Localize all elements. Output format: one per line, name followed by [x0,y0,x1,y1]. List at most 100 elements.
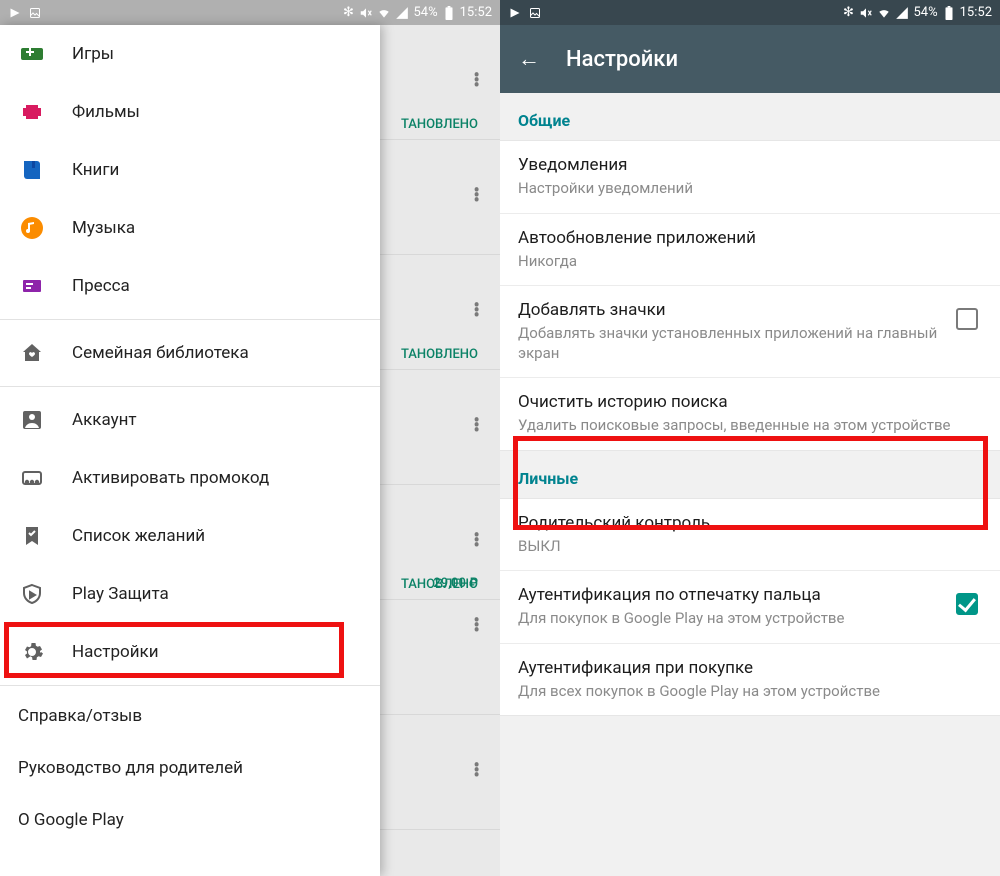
row-sub: Для покупок в Google Play на этом устрой… [518,609,942,629]
back-icon[interactable]: ← [518,46,540,72]
row-title: Родительский контроль [518,513,982,533]
row-sub: Добавлять значки установленных приложени… [518,324,942,363]
status-installed: ТАНОВЛЕНО [401,347,478,362]
row-purchase-auth[interactable]: Аутентификация при покупке Для всех поку… [500,644,1000,716]
phone-right: ✻ 54% 15:52 ← Настройки Общие Уведомлени… [500,0,1000,876]
gear-icon [18,638,46,666]
film-icon [18,98,46,126]
drawer-item-label: Настройки [72,642,159,662]
status-bar: ✻ 54% 15:52 [500,0,1000,25]
image-icon [28,6,42,20]
drawer-item-wishlist[interactable]: Список желаний [0,507,380,565]
shield-icon [18,580,46,608]
row-sub: Никогда [518,252,982,272]
drawer-footer-parents[interactable]: Руководство для родителей [0,742,380,794]
status-bar: ✻ 54% 15:52 [0,0,500,25]
wifi-icon [377,6,391,20]
drawer-item-music[interactable]: Музыка [0,199,380,257]
row-title: Уведомления [518,155,982,175]
drawer-item-label: Игры [72,44,114,64]
drawer-item-label: Семейная библиотека [72,343,249,363]
drawer-item-news[interactable]: Пресса [0,257,380,315]
clock: 15:52 [960,5,992,20]
drawer-item-protect[interactable]: Play Защита [0,565,380,623]
more-icon[interactable]: ••• [473,763,478,778]
more-icon[interactable]: ••• [473,533,478,548]
more-icon[interactable]: ••• [473,418,478,433]
drawer-item-label: Книги [72,160,119,180]
account-icon [18,406,46,434]
row-autoupdate[interactable]: Автообновление приложений Никогда [500,214,1000,287]
battery-icon [442,6,456,20]
drawer-item-label: Пресса [72,276,130,296]
checkbox[interactable] [956,308,978,330]
drawer-item-movies[interactable]: Фильмы [0,83,380,141]
play-icon [8,6,22,20]
divider [0,319,380,320]
clock: 15:52 [460,5,492,20]
price: 29,00 ₽ [433,576,478,591]
row-sub: Удалить поисковые запросы, введенные на … [518,416,982,436]
row-add-icons[interactable]: Добавлять значки Добавлять значки устано… [500,286,1000,378]
row-title: Автообновление приложений [518,228,982,248]
bookmark-icon [18,522,46,550]
battery-pct: 54% [413,5,437,20]
home-heart-icon [18,339,46,367]
section-general: Уведомления Настройки уведомлений Автооб… [500,140,1000,451]
drawer-item-games[interactable]: Игры [0,25,380,83]
row-fingerprint[interactable]: Аутентификация по отпечатку пальца Для п… [500,571,1000,644]
section-header-personal: Личные [500,451,1000,498]
music-icon [18,214,46,242]
signal-icon [395,6,409,20]
checkbox-checked[interactable] [956,593,978,615]
row-parental[interactable]: Родительский контроль ВЫКЛ [500,499,1000,572]
drawer-footer-help[interactable]: Справка/отзыв [0,690,380,742]
book-icon [18,156,46,184]
battery-icon [942,6,956,20]
phone-left: ✻ 54% 15:52 ••• ТАНОВЛЕНО ••• ••• ТАНОВЛЕН… [0,0,500,876]
section-personal: Родительский контроль ВЫКЛ Аутентификаци… [500,498,1000,717]
more-icon[interactable]: ••• [473,618,478,633]
drawer-item-label: Активировать промокод [72,468,269,488]
row-sub: Настройки уведомлений [518,179,982,199]
row-sub: ВЫКЛ [518,537,982,557]
row-clear-history[interactable]: Очистить историю поиска Удалить поисковы… [500,378,1000,450]
drawer-item-label: Список желаний [72,526,205,546]
bluetooth-icon: ✻ [841,6,855,20]
drawer-item-label: Фильмы [72,102,140,122]
drawer-item-promo[interactable]: Активировать промокод [0,449,380,507]
more-icon[interactable]: ••• [473,188,478,203]
promo-icon [18,464,46,492]
row-notifications[interactable]: Уведомления Настройки уведомлений [500,141,1000,214]
news-icon [18,272,46,300]
mute-icon [359,6,373,20]
nav-drawer: Игры Фильмы Книги Музыка Пресса Семейн [0,25,380,876]
wifi-icon [877,6,891,20]
settings-body: Общие Уведомления Настройки уведомлений … [500,93,1000,876]
gamepad-icon [18,40,46,68]
mute-icon [859,6,873,20]
drawer-item-label: Музыка [72,218,135,238]
appbar: ← Настройки [500,25,1000,93]
divider [0,685,380,686]
row-title: Аутентификация при покупке [518,658,982,678]
play-icon [508,6,522,20]
drawer-item-account[interactable]: Аккаунт [0,391,380,449]
row-title: Очистить историю поиска [518,392,982,412]
more-icon[interactable]: ••• [473,303,478,318]
row-title: Добавлять значки [518,300,942,320]
drawer-item-books[interactable]: Книги [0,141,380,199]
status-installed: ТАНОВЛЕНО [401,117,478,132]
drawer-item-settings[interactable]: Настройки [0,623,380,681]
drawer-item-family[interactable]: Семейная библиотека [0,324,380,382]
drawer-footer-about[interactable]: О Google Play [0,794,380,846]
signal-icon [895,6,909,20]
row-title: Аутентификация по отпечатку пальца [518,585,942,605]
divider [0,386,380,387]
more-icon[interactable]: ••• [473,73,478,88]
row-sub: Для всех покупок в Google Play на этом у… [518,682,982,702]
drawer-item-label: Аккаунт [72,410,137,430]
battery-pct: 54% [913,5,937,20]
drawer-item-label: Play Защита [72,584,169,604]
section-header-general: Общие [500,93,1000,140]
